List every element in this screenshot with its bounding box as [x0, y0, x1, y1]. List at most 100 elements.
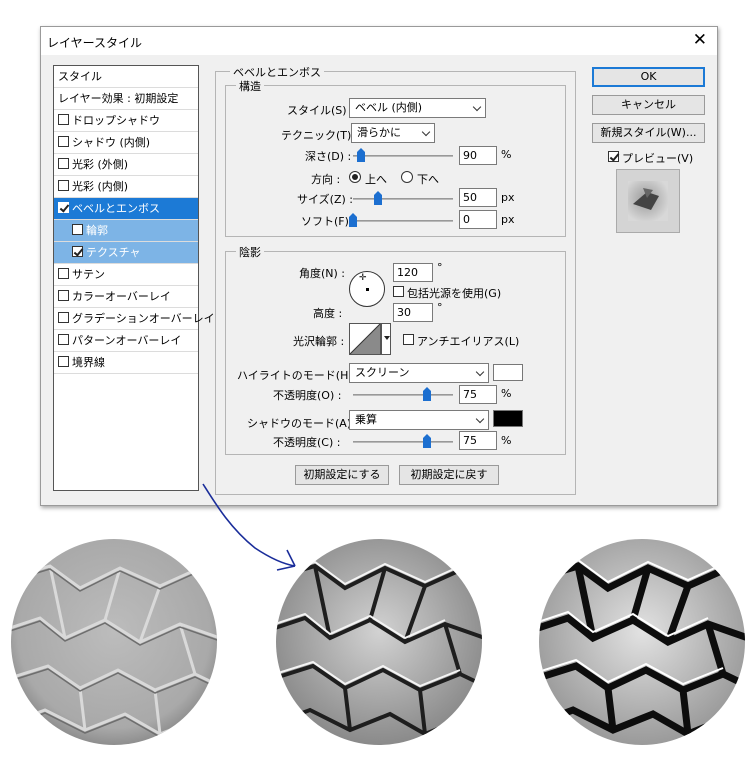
altitude-input[interactable]: 30 — [393, 303, 433, 322]
style-item-gradient-overlay[interactable]: グラデーションオーバーレイ — [54, 308, 215, 330]
size-slider-thumb[interactable] — [374, 191, 382, 205]
style-item-label: ドロップシャドウ — [72, 114, 160, 127]
gloss-contour-swatch[interactable] — [349, 323, 381, 355]
size-unit: px — [501, 191, 515, 204]
checkbox[interactable] — [58, 312, 69, 323]
shadow-mode-value: 乗算 — [355, 413, 377, 426]
style-preview-thumbnail — [616, 169, 680, 233]
texture-sample-strong — [539, 539, 745, 745]
technique-select-value: 滑らかに — [357, 126, 401, 139]
soften-unit: px — [501, 213, 515, 226]
chevron-down-icon — [472, 102, 482, 112]
soften-slider-track[interactable] — [353, 220, 453, 222]
style-item-pattern-overlay[interactable]: パターンオーバーレイ — [54, 330, 198, 352]
cancel-button[interactable]: キャンセル — [592, 95, 705, 115]
style-label: スタイル(S) : — [287, 104, 354, 117]
style-item-label: 光彩 (外側) — [72, 158, 129, 171]
checkbox[interactable] — [58, 136, 69, 147]
style-item-label: シャドウ (内側) — [72, 136, 151, 149]
direction-down-radio[interactable] — [401, 171, 413, 183]
angle-unit: ° — [437, 261, 443, 274]
highlight-opacity-track[interactable] — [353, 394, 453, 396]
soften-input[interactable]: 0 — [459, 210, 497, 229]
global-light-checkbox[interactable] — [393, 286, 404, 297]
highlight-opacity-thumb[interactable] — [423, 387, 431, 401]
highlight-opacity-input[interactable]: 75 — [459, 385, 497, 404]
checkbox[interactable] — [58, 290, 69, 301]
style-item-stroke[interactable]: 境界線 — [54, 352, 198, 374]
direction-label: 方向 : — [311, 173, 341, 186]
direction-down-label: 下へ — [417, 173, 439, 186]
reset-default-button[interactable]: 初期設定に戻す — [399, 465, 499, 485]
chevron-down-icon — [421, 127, 431, 137]
shadow-color-swatch[interactable] — [493, 410, 523, 427]
depth-slider-thumb[interactable] — [357, 148, 365, 162]
style-select[interactable]: ベベル (内側) — [349, 98, 486, 118]
style-item-outer-glow[interactable]: 光彩 (外側) — [54, 154, 198, 176]
shadow-opacity-label: 不透明度(C) : — [273, 436, 341, 449]
technique-label: テクニック(T) : — [281, 129, 359, 142]
preview-checkbox[interactable] — [608, 151, 619, 162]
style-select-value: ベベル (内側) — [355, 101, 423, 114]
style-item-satin[interactable]: サテン — [54, 264, 198, 286]
depth-slider-track[interactable] — [353, 155, 453, 157]
style-item-contour[interactable]: 輪郭 — [54, 220, 198, 242]
angle-dial[interactable]: ✛ — [349, 271, 385, 307]
style-item-inner-shadow[interactable]: シャドウ (内側) — [54, 132, 198, 154]
direction-up-radio[interactable] — [349, 171, 361, 183]
style-item-drop-shadow[interactable]: ドロップシャドウ — [54, 110, 198, 132]
angle-center-dot — [366, 288, 369, 291]
depth-unit: % — [501, 148, 512, 161]
size-input[interactable]: 50 — [459, 188, 497, 207]
checkbox[interactable] — [58, 114, 69, 125]
style-item-bevel-emboss[interactable]: ベベルとエンボス — [54, 198, 198, 220]
checkbox[interactable] — [72, 224, 83, 235]
shadow-opacity-thumb[interactable] — [423, 434, 431, 448]
structure-title: 構造 — [236, 78, 264, 94]
style-item-label: 光彩 (内側) — [72, 180, 129, 193]
highlight-mode-label: ハイライトのモード(H) : — [237, 369, 360, 382]
shadow-mode-select[interactable]: 乗算 — [349, 410, 489, 430]
size-slider-track[interactable] — [353, 198, 453, 200]
style-item-inner-glow[interactable]: 光彩 (内側) — [54, 176, 198, 198]
checkbox-checked[interactable] — [58, 202, 69, 213]
highlight-opacity-label: 不透明度(O) : — [273, 389, 342, 402]
checkbox[interactable] — [58, 180, 69, 191]
technique-select[interactable]: 滑らかに — [351, 123, 435, 143]
caret-down-icon — [384, 336, 390, 340]
highlight-opacity-unit: % — [501, 387, 512, 400]
new-style-button[interactable]: 新規スタイル(W)... — [592, 123, 705, 143]
angle-input[interactable]: 120 — [393, 263, 433, 282]
gloss-contour-dropdown[interactable] — [381, 323, 391, 355]
style-item-color-overlay[interactable]: カラーオーバーレイ — [54, 286, 198, 308]
checkbox[interactable] — [58, 268, 69, 279]
direction-up-label: 上へ — [365, 173, 387, 186]
depth-label: 深さ(D) : — [305, 150, 352, 163]
texture-sample-soft — [11, 539, 217, 745]
gloss-contour-curve — [349, 323, 381, 355]
shadow-opacity-track[interactable] — [353, 441, 453, 443]
close-icon[interactable]: ✕ — [693, 30, 707, 50]
shadow-opacity-input[interactable]: 75 — [459, 431, 497, 450]
checkbox[interactable] — [58, 356, 69, 367]
depth-input[interactable]: 90 — [459, 146, 497, 165]
style-item-label: グラデーションオーバーレイ — [72, 312, 215, 325]
checkbox-checked[interactable] — [72, 246, 83, 257]
title-bar: レイヤースタイル ✕ — [41, 27, 717, 55]
gloss-contour-label: 光沢輪郭 : — [293, 335, 345, 348]
checkbox[interactable] — [58, 334, 69, 345]
texture-sample-medium — [276, 539, 482, 745]
style-item-label: 輪郭 — [86, 224, 108, 237]
soften-label: ソフト(F) : — [301, 215, 357, 228]
highlight-color-swatch[interactable] — [493, 364, 523, 381]
style-item-texture[interactable]: テクスチャ — [54, 242, 198, 264]
blending-options-item[interactable]: レイヤー効果 : 初期設定 — [54, 88, 198, 110]
style-item-label: ベベルとエンボス — [72, 202, 160, 215]
soften-slider-thumb[interactable] — [349, 213, 357, 227]
ok-button[interactable]: OK — [592, 67, 705, 87]
highlight-mode-select[interactable]: スクリーン — [349, 363, 489, 383]
styles-list: スタイル レイヤー効果 : 初期設定 ドロップシャドウ シャドウ (内側) 光彩… — [53, 65, 215, 491]
styles-header[interactable]: スタイル — [54, 66, 198, 88]
antialias-checkbox[interactable] — [403, 334, 414, 345]
checkbox[interactable] — [58, 158, 69, 169]
